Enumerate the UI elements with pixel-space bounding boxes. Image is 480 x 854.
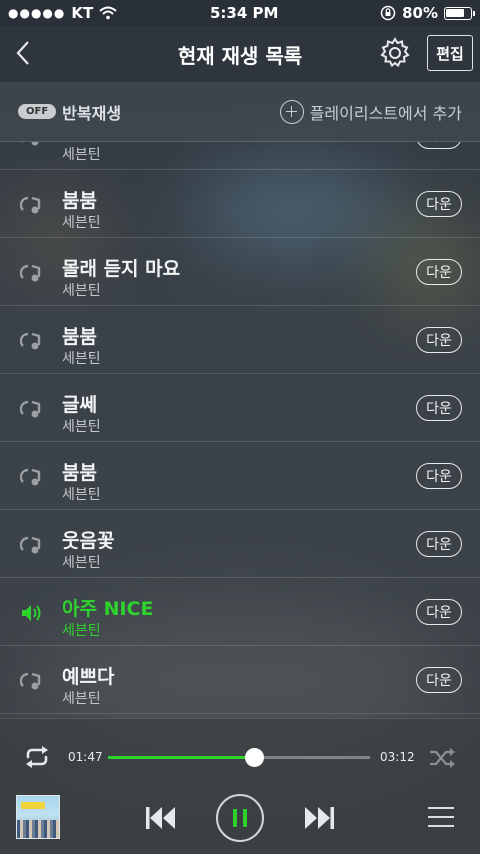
song-title: 붐붐 <box>62 190 97 212</box>
download-button[interactable]: 다운 <box>416 463 462 489</box>
song-artist: 세븐틴 <box>62 215 101 231</box>
music-note-icon <box>21 142 39 146</box>
progress-knob[interactable] <box>244 748 264 767</box>
song-title: 글쎄 <box>62 394 97 416</box>
song-artist: 세븐틴 <box>62 351 101 367</box>
menu-icon[interactable] <box>428 805 456 829</box>
add-from-playlist-button[interactable]: 플레이리스트에서 추가 <box>279 99 462 124</box>
player-controls: 01:47 03:12 <box>0 718 480 854</box>
plus-circle-icon <box>279 99 304 124</box>
navigation-header: 현재 재생 목록 편집 <box>0 26 480 82</box>
download-button[interactable]: 다운 <box>416 191 462 217</box>
download-button[interactable]: 다운 <box>416 327 462 353</box>
song-artist: 세븐틴 <box>62 147 101 163</box>
song-title: 아주 NICE <box>62 598 154 620</box>
song-row[interactable]: 글쎄세븐틴 다운 <box>0 374 480 442</box>
song-list[interactable]: 세븐틴다운붐붐세븐틴다운몰래 듣지 마요세븐틴다운붐붐세븐틴다운글쎄세븐틴다운붐… <box>0 142 480 718</box>
song-row[interactable]: 아주 NICE 세븐틴 다운 <box>0 578 480 646</box>
speaker-icon <box>22 605 41 621</box>
music-note-icon <box>20 196 41 214</box>
download-button[interactable]: 다운 <box>416 259 462 285</box>
next-track-icon[interactable] <box>302 805 336 831</box>
music-note-icon <box>20 400 41 418</box>
rotation-lock-icon <box>380 5 396 21</box>
gear-icon[interactable] <box>378 36 412 70</box>
battery-percent: 80% <box>402 4 438 22</box>
song-row[interactable]: 웃음꽃세븐틴 다운 <box>0 510 480 578</box>
song-title: 붐붐 <box>62 326 97 348</box>
music-note-icon <box>20 536 41 554</box>
back-icon[interactable] <box>10 38 40 68</box>
song-title: 붐붐 <box>62 462 97 484</box>
song-row[interactable]: 붐붐세븐틴 다운 <box>0 306 480 374</box>
progress-bar[interactable] <box>108 748 370 767</box>
song-artist: 세븐틴 <box>62 283 101 299</box>
pause-icon <box>233 809 237 827</box>
elapsed-time: 01:47 <box>68 750 103 764</box>
battery-icon <box>444 6 475 20</box>
music-note-icon <box>20 468 41 486</box>
song-artist: 세븐틴 <box>62 623 101 639</box>
download-button[interactable]: 다운 <box>416 599 462 625</box>
song-row[interactable]: 붐붐세븐틴 다운 <box>0 442 480 510</box>
song-row[interactable]: 몰래 듣지 마요세븐틴 다운 <box>0 238 480 306</box>
music-note-icon <box>20 264 41 282</box>
add-from-playlist-label: 플레이리스트에서 추가 <box>309 103 462 123</box>
download-button[interactable]: 다운 <box>416 395 462 421</box>
song-artist: 세븐틴 <box>62 487 101 503</box>
album-art-photo <box>17 820 59 838</box>
pause-button[interactable] <box>216 794 264 842</box>
page-title: 현재 재생 목록 <box>177 43 303 68</box>
pause-icon <box>243 809 247 827</box>
download-button[interactable]: 다운 <box>416 667 462 693</box>
previous-track-icon[interactable] <box>144 805 178 831</box>
song-row[interactable]: 예쁘다세븐틴 다운 <box>0 646 480 714</box>
status-bar: ●●●●● KT 5:34 PM 80% <box>0 0 480 26</box>
song-artist: 세븐틴 <box>62 555 101 571</box>
song-title: 예쁘다 <box>62 666 115 688</box>
song-row[interactable]: 붐붐세븐틴 다운 <box>0 170 480 238</box>
song-row[interactable]: 세븐틴 다운 <box>0 142 480 170</box>
repeat-toggle[interactable]: OFF 반복재생 <box>18 100 121 124</box>
progress-fill <box>108 756 254 759</box>
signal-strength-icon: ●●●●● <box>8 6 66 20</box>
music-note-icon <box>20 332 41 350</box>
music-note-icon <box>20 672 41 690</box>
clock: 5:34 PM <box>210 4 279 22</box>
repeat-label: 반복재생 <box>62 103 122 123</box>
song-title: 몰래 듣지 마요 <box>62 258 181 280</box>
shuffle-icon[interactable] <box>428 747 456 769</box>
repeat-state-badge: OFF <box>18 104 57 119</box>
album-art-logo <box>21 802 45 809</box>
song-artist: 세븐틴 <box>62 419 101 435</box>
repeat-icon[interactable] <box>22 745 52 769</box>
song-title: 웃음꽃 <box>62 530 115 552</box>
download-button[interactable]: 다운 <box>416 531 462 557</box>
playlist-toolbar: OFF 반복재생 플레이리스트에서 추가 <box>0 82 480 142</box>
battery-level <box>446 8 465 17</box>
download-button[interactable]: 다운 <box>416 142 462 149</box>
album-art-thumbnail[interactable] <box>16 795 60 839</box>
total-time: 03:12 <box>380 750 415 764</box>
edit-button[interactable]: 편집 <box>427 35 473 71</box>
wifi-icon <box>99 6 117 20</box>
song-artist: 세븐틴 <box>62 691 101 707</box>
carrier-label: KT <box>71 4 94 22</box>
